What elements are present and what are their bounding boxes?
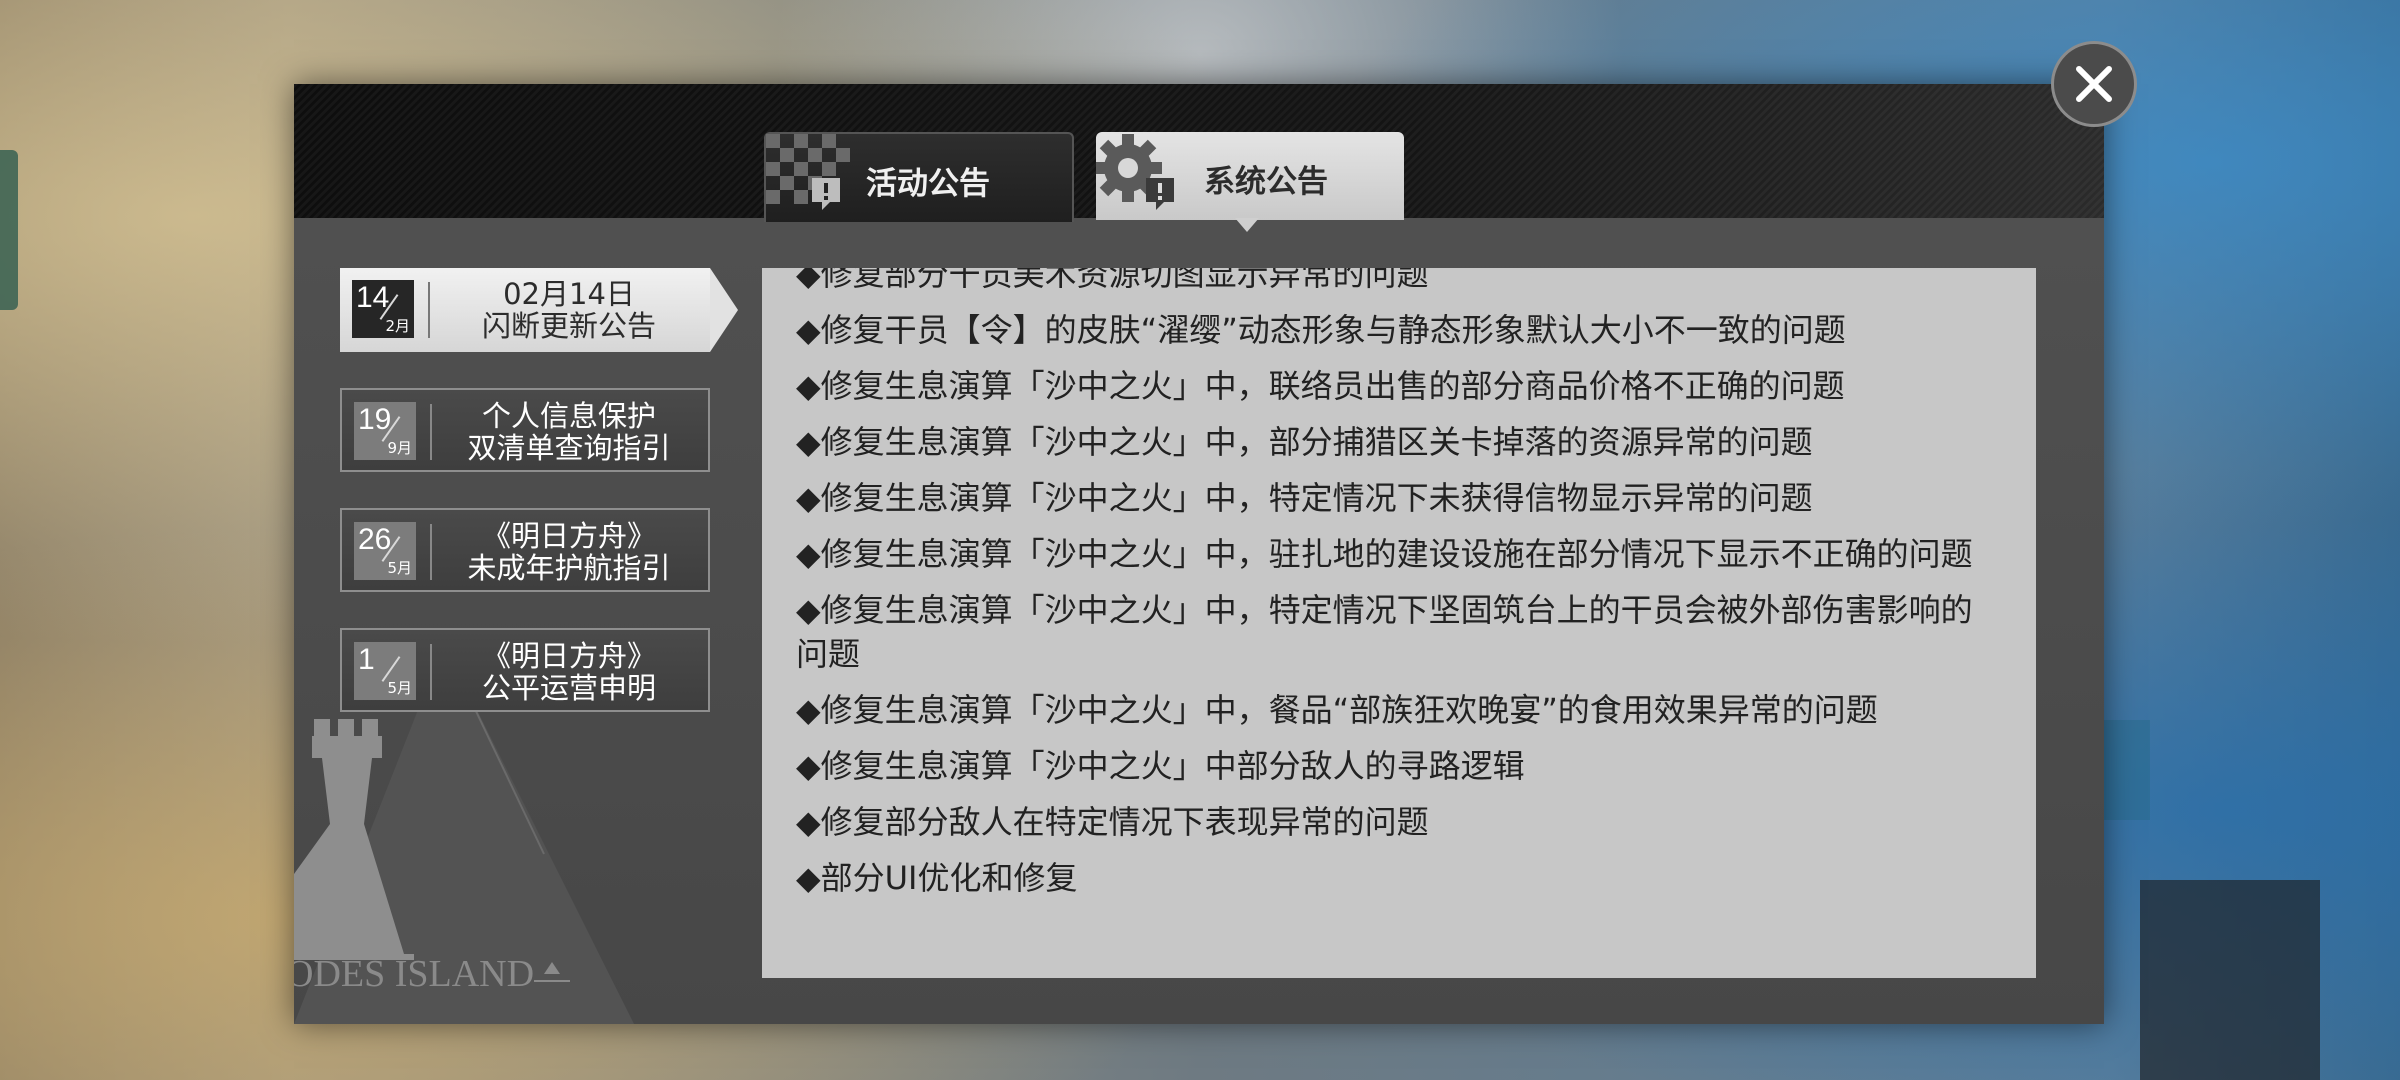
title-line: 《明日方舟》: [481, 639, 656, 673]
content-line: ◆修复干员【令】的皮肤“濯缨”动态形象与静态形象默认大小不一致的问题: [796, 311, 1846, 349]
checker-flag-warning-icon: [766, 134, 852, 224]
active-tab-pointer: [1235, 218, 1259, 232]
sidebar-item-minor-protection[interactable]: 26 5月 《明日方舟》 未成年护航指引: [340, 508, 710, 592]
title-line: 《明日方舟》: [481, 519, 656, 553]
divider: [430, 644, 432, 700]
tab-label: 活动公告: [866, 166, 990, 202]
content-line: ◆修复生息演算「沙中之火」中，联络员出售的部分商品价格不正确的问题: [796, 367, 1845, 405]
date-badge: 14 2月: [352, 280, 414, 338]
date-month: 5月: [387, 679, 412, 697]
content-line: ◆修复生息演算「沙中之火」中，餐品“部族狂欢晚宴”的食用效果异常的问题: [796, 691, 1878, 729]
date-month: 2月: [385, 317, 410, 335]
content-line: ◆修复生息演算「沙中之火」中部分敌人的寻路逻辑: [796, 747, 1525, 785]
announcement-title: 02月14日 闪断更新公告: [436, 278, 702, 342]
title-line: 双清单查询指引: [467, 431, 671, 465]
content-line: ◆修复生息演算「沙中之火」中，特定情况下未获得信物显示异常的问题: [796, 479, 1813, 517]
gear-warning-icon: [1094, 132, 1186, 224]
background-side-handle: [0, 150, 18, 310]
sidebar-item-privacy[interactable]: 19 9月 个人信息保护 双清单查询指引: [340, 388, 710, 472]
title-line: 未成年护航指引: [467, 551, 671, 585]
sidebar-item-flash-update[interactable]: 14 2月 02月14日 闪断更新公告: [340, 268, 738, 352]
svg-text:ODES ISLAND: ODES ISLAND: [294, 953, 534, 995]
content-line: ◆修复生息演算「沙中之火」中，驻扎地的建设设施在部分情况下显示不正确的问题: [796, 535, 1973, 573]
title-line: 个人信息保护: [481, 399, 656, 433]
announcement-dialog: 活动公告 系统公告 ODES ISLAND 14 2月 02月14日 闪断更新公…: [286, 84, 2104, 1024]
divider: [430, 404, 432, 460]
announcement-title: 《明日方舟》 公平运营申明: [438, 640, 700, 704]
content-line: ◆修复生息演算「沙中之火」中，特定情况下坚固筑台上的干员会被外部伤害影响的问题: [796, 591, 1973, 673]
content-line: ◆修复部分干员美术资源切图显示异常的问题: [796, 268, 1429, 293]
close-button[interactable]: [2051, 41, 2137, 127]
announcement-content-list: ◆修复部分干员美术资源切图显示异常的问题 ◆修复干员【令】的皮肤“濯缨”动态形象…: [796, 268, 1996, 912]
tab-system-announcements[interactable]: 系统公告: [1094, 132, 1404, 220]
announcement-title: 《明日方舟》 未成年护航指引: [438, 520, 700, 584]
background-shape: [2140, 880, 2320, 1080]
title-line: 闪断更新公告: [481, 309, 656, 343]
content-line: ◆部分UI优化和修复: [796, 859, 1078, 897]
title-line: 02月14日: [503, 277, 635, 311]
date-badge: 1 5月: [354, 642, 416, 700]
announcement-content-scroll[interactable]: ◆修复部分干员美术资源切图显示异常的问题 ◆修复干员【令】的皮肤“濯缨”动态形象…: [762, 268, 2036, 978]
divider: [428, 282, 430, 338]
active-item-arrow: [710, 268, 738, 352]
date-badge: 19 9月: [354, 402, 416, 460]
content-line: ◆修复生息演算「沙中之火」中，部分捕猎区关卡掉落的资源异常的问题: [796, 423, 1813, 461]
sidebar-item-fair-operation[interactable]: 1 5月 《明日方舟》 公平运营申明: [340, 628, 710, 712]
date-badge: 26 5月: [354, 522, 416, 580]
date-day: 1: [358, 643, 375, 676]
tab-label: 系统公告: [1204, 164, 1328, 200]
tab-activity-announcements[interactable]: 活动公告: [764, 132, 1074, 222]
announcement-title: 个人信息保护 双清单查询指引: [438, 400, 700, 464]
content-line: ◆修复部分敌人在特定情况下表现异常的问题: [796, 803, 1429, 841]
date-month: 9月: [387, 439, 412, 457]
divider: [430, 524, 432, 580]
title-line: 公平运营申明: [481, 671, 656, 705]
date-month: 5月: [387, 559, 412, 577]
